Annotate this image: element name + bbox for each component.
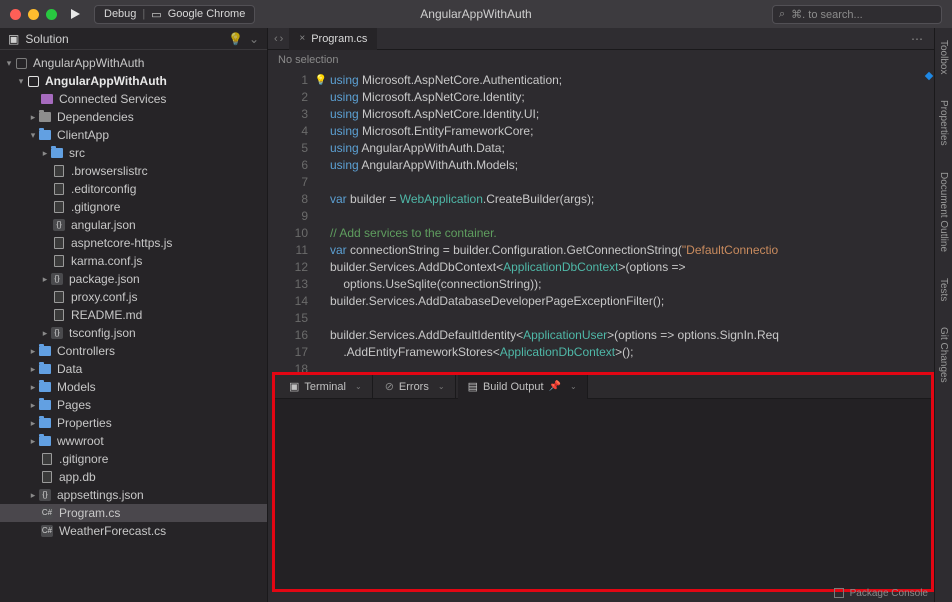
window-controls [10, 9, 57, 20]
build-output-tab[interactable]: ▤Build Output📌⌄ [458, 375, 588, 399]
tree-program-cs[interactable]: C#Program.cs [0, 504, 267, 522]
tree-file[interactable]: ▸{}appsettings.json [0, 486, 267, 504]
package-console-icon[interactable] [834, 588, 844, 598]
tree-pages[interactable]: ▸Pages [0, 396, 267, 414]
titlebar: Debug | ▭ Google Chrome AngularAppWithAu… [0, 0, 952, 28]
package-console-label[interactable]: Package Console [850, 588, 928, 599]
tree-connected-services[interactable]: Connected Services [0, 90, 267, 108]
tree-dependencies[interactable]: ▸Dependencies [0, 108, 267, 126]
forward-icon[interactable]: › [280, 33, 284, 45]
search-placeholder: ⌘. to search... [791, 8, 863, 21]
run-button[interactable] [71, 9, 80, 19]
tree-models[interactable]: ▸Models [0, 378, 267, 396]
tree-controllers[interactable]: ▸Controllers [0, 342, 267, 360]
config-label: Debug [104, 8, 136, 20]
tab-program-cs[interactable]: × Program.cs [289, 28, 377, 50]
search-input[interactable]: ⌕ ⌘. to search... [772, 5, 942, 24]
error-icon: ⊘ [385, 380, 394, 393]
target-label: Google Chrome [168, 8, 246, 20]
terminal-icon: ▣ [289, 380, 299, 393]
tree-file[interactable]: .gitignore [0, 450, 267, 468]
tree-data[interactable]: ▸Data [0, 360, 267, 378]
solution-sidebar: ▣ Solution 💡 ⌄ ▾AngularAppWithAuth ▾Angu… [0, 28, 268, 602]
tree-file[interactable]: ▸{}tsconfig.json [0, 324, 267, 342]
panel-icon: ▣ [8, 32, 19, 46]
right-dock: Toolbox Properties Document Outline Test… [934, 28, 952, 602]
close-window[interactable] [10, 9, 21, 20]
tree-src[interactable]: ▸src [0, 144, 267, 162]
status-bar: Package Console [834, 584, 928, 602]
errors-tab[interactable]: ⊘Errors⌄ [375, 375, 456, 399]
tree-file[interactable]: .editorconfig [0, 180, 267, 198]
tree-file[interactable]: {}angular.json [0, 216, 267, 234]
zoom-window[interactable] [46, 9, 57, 20]
tests-tab[interactable]: Tests [938, 272, 949, 307]
run-config[interactable]: Debug | ▭ Google Chrome [94, 5, 255, 24]
build-output-body[interactable] [275, 399, 931, 589]
tree-file[interactable]: README.md [0, 306, 267, 324]
nav-arrows: ‹ › [268, 33, 289, 45]
bottom-panel: ▣Terminal⌄ ⊘Errors⌄ ▤Build Output📌⌄ [272, 372, 934, 592]
close-tab-icon[interactable]: × [299, 33, 305, 44]
tree-wwwroot[interactable]: ▸wwwroot [0, 432, 267, 450]
minimize-window[interactable] [28, 9, 39, 20]
editor-tabbar: ‹ › × Program.cs ⋯ [268, 28, 934, 50]
device-icon: ▭ [151, 8, 161, 21]
tree-file[interactable]: aspnetcore-https.js [0, 234, 267, 252]
app-title: AngularAppWithAuth [420, 7, 531, 21]
tree-file[interactable]: ▸{}package.json [0, 270, 267, 288]
properties-tab[interactable]: Properties [938, 94, 949, 152]
tree-file[interactable]: proxy.conf.js [0, 288, 267, 306]
tree-clientapp[interactable]: ▾ClientApp [0, 126, 267, 144]
toolbox-tab[interactable]: Toolbox [938, 34, 949, 80]
search-icon: ⌕ [779, 8, 785, 21]
tree-file[interactable]: .browserslistrc [0, 162, 267, 180]
tree-properties[interactable]: ▸Properties [0, 414, 267, 432]
breadcrumb[interactable]: No selection [268, 50, 934, 70]
bulb-icon[interactable]: 💡 [228, 32, 243, 46]
bottom-panel-tabs: ▣Terminal⌄ ⊘Errors⌄ ▤Build Output📌⌄ [275, 375, 931, 399]
tree-file[interactable]: karma.conf.js [0, 252, 267, 270]
sidebar-header: ▣ Solution 💡 ⌄ [0, 28, 267, 50]
gitchanges-tab[interactable]: Git Changes [938, 321, 949, 389]
tab-overflow[interactable]: ⋯ [911, 32, 924, 46]
terminal-tab[interactable]: ▣Terminal⌄ [279, 375, 373, 399]
project-node[interactable]: ▾AngularAppWithAuth [0, 72, 267, 90]
tree-file[interactable]: app.db [0, 468, 267, 486]
docoutline-tab[interactable]: Document Outline [938, 166, 949, 258]
back-icon[interactable]: ‹ [274, 33, 278, 45]
tree-file[interactable]: .gitignore [0, 198, 267, 216]
pin-icon[interactable]: 📌 [549, 381, 561, 392]
solution-root[interactable]: ▾AngularAppWithAuth [0, 54, 267, 72]
solution-tree[interactable]: ▾AngularAppWithAuth ▾AngularAppWithAuth … [0, 50, 267, 602]
build-icon: ▤ [468, 380, 478, 393]
tree-weather[interactable]: C#WeatherForecast.cs [0, 522, 267, 540]
chevron-down-icon[interactable]: ⌄ [249, 32, 259, 46]
